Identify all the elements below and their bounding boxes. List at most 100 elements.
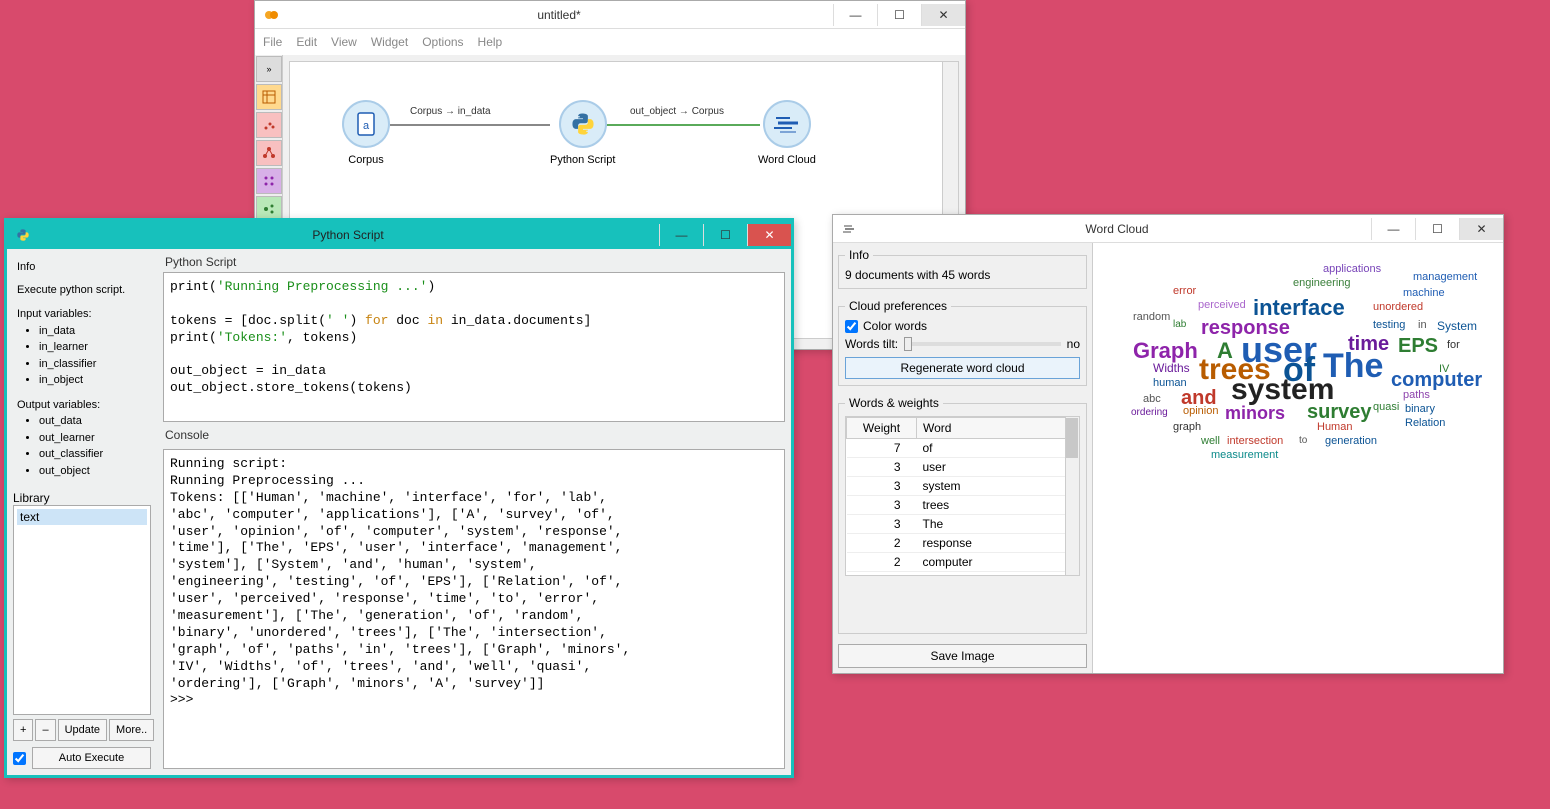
cloud-word[interactable]: generation <box>1325 435 1377 447</box>
library-update-button[interactable]: Update <box>58 719 107 741</box>
edge-corpus-script[interactable] <box>390 124 550 126</box>
library-item[interactable]: text <box>17 509 147 525</box>
save-image-button[interactable]: Save Image <box>838 644 1087 668</box>
tilt-slider[interactable] <box>904 342 1061 346</box>
cloud-word[interactable]: lab <box>1173 319 1186 330</box>
regenerate-button[interactable]: Regenerate word cloud <box>845 357 1080 379</box>
tool-expand[interactable]: » <box>256 56 282 82</box>
tool-model[interactable] <box>256 140 282 166</box>
info-heading: Info <box>17 259 147 276</box>
menu-help[interactable]: Help <box>478 35 503 49</box>
cloud-word[interactable]: intersection <box>1227 435 1283 447</box>
tilt-value: no <box>1067 337 1080 351</box>
console-output[interactable]: Running script: Running Preprocessing ..… <box>163 449 785 769</box>
output-var: out_data <box>39 413 147 430</box>
main-title: untitled* <box>285 8 833 22</box>
cloud-word[interactable]: binary <box>1405 403 1435 415</box>
library-add-button[interactable]: + <box>13 719 33 741</box>
edge-script-cloud[interactable] <box>600 124 760 126</box>
menu-edit[interactable]: Edit <box>296 35 317 49</box>
input-var: in_object <box>39 372 147 389</box>
input-var: in_data <box>39 323 147 340</box>
cloud-word[interactable]: graph <box>1173 421 1201 433</box>
cloud-word[interactable]: minors <box>1225 403 1285 424</box>
auto-execute-checkbox[interactable] <box>13 752 26 765</box>
menu-view[interactable]: View <box>331 35 357 49</box>
menu-widget[interactable]: Widget <box>371 35 408 49</box>
col-weight[interactable]: Weight <box>847 418 917 439</box>
cloud-word[interactable]: management <box>1413 271 1477 283</box>
table-row[interactable]: 3trees <box>847 496 1079 515</box>
cloud-word[interactable]: for <box>1447 339 1460 351</box>
table-row[interactable]: 2response <box>847 534 1079 553</box>
cloud-word[interactable]: engineering <box>1293 277 1351 289</box>
node-python-script[interactable]: Python Script <box>550 100 615 166</box>
script-titlebar[interactable]: Python Script — ☐ ✕ <box>7 221 791 249</box>
cloud-maximize-button[interactable]: ☐ <box>1415 218 1459 240</box>
cloud-word[interactable]: to <box>1299 435 1307 446</box>
cloud-close-button[interactable]: ✕ <box>1459 218 1503 240</box>
table-row[interactable]: 3system <box>847 477 1079 496</box>
maximize-button[interactable]: ☐ <box>877 4 921 26</box>
cloud-word[interactable]: random <box>1133 311 1170 323</box>
cloud-word[interactable]: System <box>1437 319 1477 333</box>
cloud-word[interactable]: well <box>1201 435 1220 447</box>
cloud-word[interactable]: paths <box>1403 389 1430 401</box>
ww-table[interactable]: Weight Word 7of3user3system3trees3The2re… <box>846 417 1079 572</box>
color-words-checkbox[interactable] <box>845 320 858 333</box>
tool-data[interactable] <box>256 84 282 110</box>
minimize-button[interactable]: — <box>833 4 877 26</box>
code-editor[interactable]: print('Running Preprocessing ...') token… <box>163 272 785 422</box>
script-maximize-button[interactable]: ☐ <box>703 224 747 246</box>
library-label: Library <box>13 491 151 505</box>
info-desc: Execute python script. <box>17 282 147 299</box>
table-row[interactable]: 2computer <box>847 553 1079 572</box>
words-weights-group: Words & weights Weight Word 7of3user3sys… <box>838 396 1087 634</box>
word-cloud-window: Word Cloud — ☐ ✕ Info 9 documents with 4… <box>832 214 1504 674</box>
cloud-word[interactable]: in <box>1418 319 1427 331</box>
col-word[interactable]: Word <box>917 418 1079 439</box>
cloud-word[interactable]: Widths <box>1153 361 1190 375</box>
cloud-word[interactable]: applications <box>1323 263 1381 275</box>
library-remove-button[interactable]: – <box>35 719 55 741</box>
node-corpus[interactable]: a Corpus <box>342 100 390 166</box>
cloud-word[interactable]: Human <box>1317 421 1352 433</box>
cloud-word[interactable]: perceived <box>1198 299 1246 311</box>
library-list[interactable]: text <box>13 505 151 715</box>
color-words-label: Color words <box>863 319 927 333</box>
cloud-info-heading: Info <box>845 248 873 262</box>
cloud-word[interactable]: abc <box>1143 393 1161 405</box>
cloud-word[interactable]: quasi <box>1373 401 1399 413</box>
close-button[interactable]: ✕ <box>921 4 965 26</box>
python-script-window: Python Script — ☐ ✕ Info Execute python … <box>4 218 794 778</box>
ww-scrollbar[interactable] <box>1065 417 1079 575</box>
cloud-prefs-group: Cloud preferences Color words Words tilt… <box>838 299 1087 386</box>
cloud-word[interactable]: Relation <box>1405 417 1445 429</box>
cloud-word[interactable]: error <box>1173 285 1196 297</box>
menu-options[interactable]: Options <box>422 35 463 49</box>
code-label: Python Script <box>163 255 785 272</box>
cloud-word[interactable]: unordered <box>1373 301 1423 313</box>
table-row[interactable]: 3The <box>847 515 1079 534</box>
library-more-button[interactable]: More.. <box>109 719 154 741</box>
tool-visualize[interactable] <box>256 112 282 138</box>
edge-label-left: Corpus → in_data <box>410 106 491 117</box>
script-minimize-button[interactable]: — <box>659 224 703 246</box>
script-close-button[interactable]: ✕ <box>747 224 791 246</box>
table-row[interactable]: 7of <box>847 439 1079 458</box>
cloud-word[interactable]: testing <box>1373 319 1405 331</box>
cloud-minimize-button[interactable]: — <box>1371 218 1415 240</box>
node-word-cloud[interactable]: Word Cloud <box>758 100 816 166</box>
cloud-word[interactable]: opinion <box>1183 405 1218 417</box>
auto-execute-button[interactable]: Auto Execute <box>32 747 151 769</box>
table-row[interactable]: 3user <box>847 458 1079 477</box>
main-titlebar[interactable]: untitled* — ☐ ✕ <box>255 1 965 29</box>
cloud-word[interactable]: EPS <box>1398 335 1438 358</box>
cloud-word[interactable]: ordering <box>1131 407 1168 418</box>
cloud-titlebar[interactable]: Word Cloud — ☐ ✕ <box>833 215 1503 243</box>
menu-file[interactable]: File <box>263 35 282 49</box>
cloud-word[interactable]: machine <box>1403 287 1445 299</box>
cloud-word[interactable]: measurement <box>1211 449 1278 461</box>
tool-evaluate[interactable] <box>256 168 282 194</box>
word-cloud-canvas[interactable]: applications engineering management error ma… <box>1093 243 1503 673</box>
